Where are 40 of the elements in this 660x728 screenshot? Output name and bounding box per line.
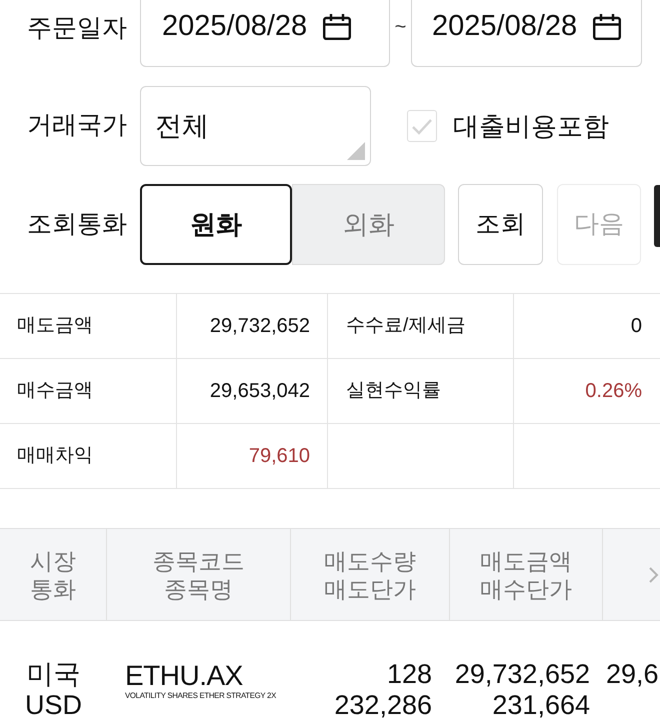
summary-label: 매수금액 <box>17 378 93 403</box>
column-header: 매도금액 매수단가 <box>450 529 603 620</box>
sell-quantity: 128 <box>386 659 432 690</box>
buy-price: 231,664 <box>492 690 590 721</box>
currency-text: USD <box>24 690 82 721</box>
scrollbar-thumb <box>654 185 660 247</box>
chevron-right-icon <box>648 566 659 584</box>
sell-amount: 29,732,652 <box>454 659 590 690</box>
summary-label: 실현수익률 <box>346 378 441 403</box>
summary-value: 29,732,652 <box>210 314 310 339</box>
sell-price: 232,286 <box>334 690 432 721</box>
summary-label: 수수료/제세금 <box>346 314 466 338</box>
summary-value: 29,653,042 <box>210 379 310 404</box>
column-header: 매도수량 매도단가 <box>291 529 450 620</box>
search-button[interactable]: 조회 <box>458 184 543 265</box>
field-label: 주문일자 <box>26 13 128 44</box>
date-field[interactable]: 2025/08/28 <box>140 0 390 67</box>
stock-code: ETHU.AX <box>125 661 243 691</box>
date-field[interactable]: 2025/08/28 <box>411 0 642 67</box>
summary-value: 0 <box>630 314 642 339</box>
summary-value: 0.26% <box>585 379 642 404</box>
summary-label: 매도금액 <box>17 314 93 338</box>
table-cell: 29,6 <box>606 659 659 690</box>
calendar-icon <box>593 14 622 40</box>
market-text: 미국 <box>26 659 80 690</box>
range-separator: ~ <box>394 15 408 40</box>
country-select[interactable]: 전체 <box>140 86 371 166</box>
corner-triangle-icon <box>347 142 365 160</box>
checkbox[interactable] <box>407 110 437 142</box>
summary-label: 매매차익 <box>17 444 93 468</box>
calendar-icon <box>323 14 352 40</box>
currency-tab[interactable]: 원화 <box>140 184 292 265</box>
field-label: 거래국가 <box>26 110 128 142</box>
checkmark-icon <box>411 116 433 136</box>
field-label: 조회통화 <box>26 208 128 240</box>
checkbox-label: 대출비용포함 <box>453 110 609 142</box>
currency-tab[interactable]: 외화 <box>292 184 445 265</box>
summary-value: 79,610 <box>248 444 310 469</box>
column-header: 시장 통화 <box>0 529 107 620</box>
column-header: 종목코드 종목명 <box>107 529 291 620</box>
